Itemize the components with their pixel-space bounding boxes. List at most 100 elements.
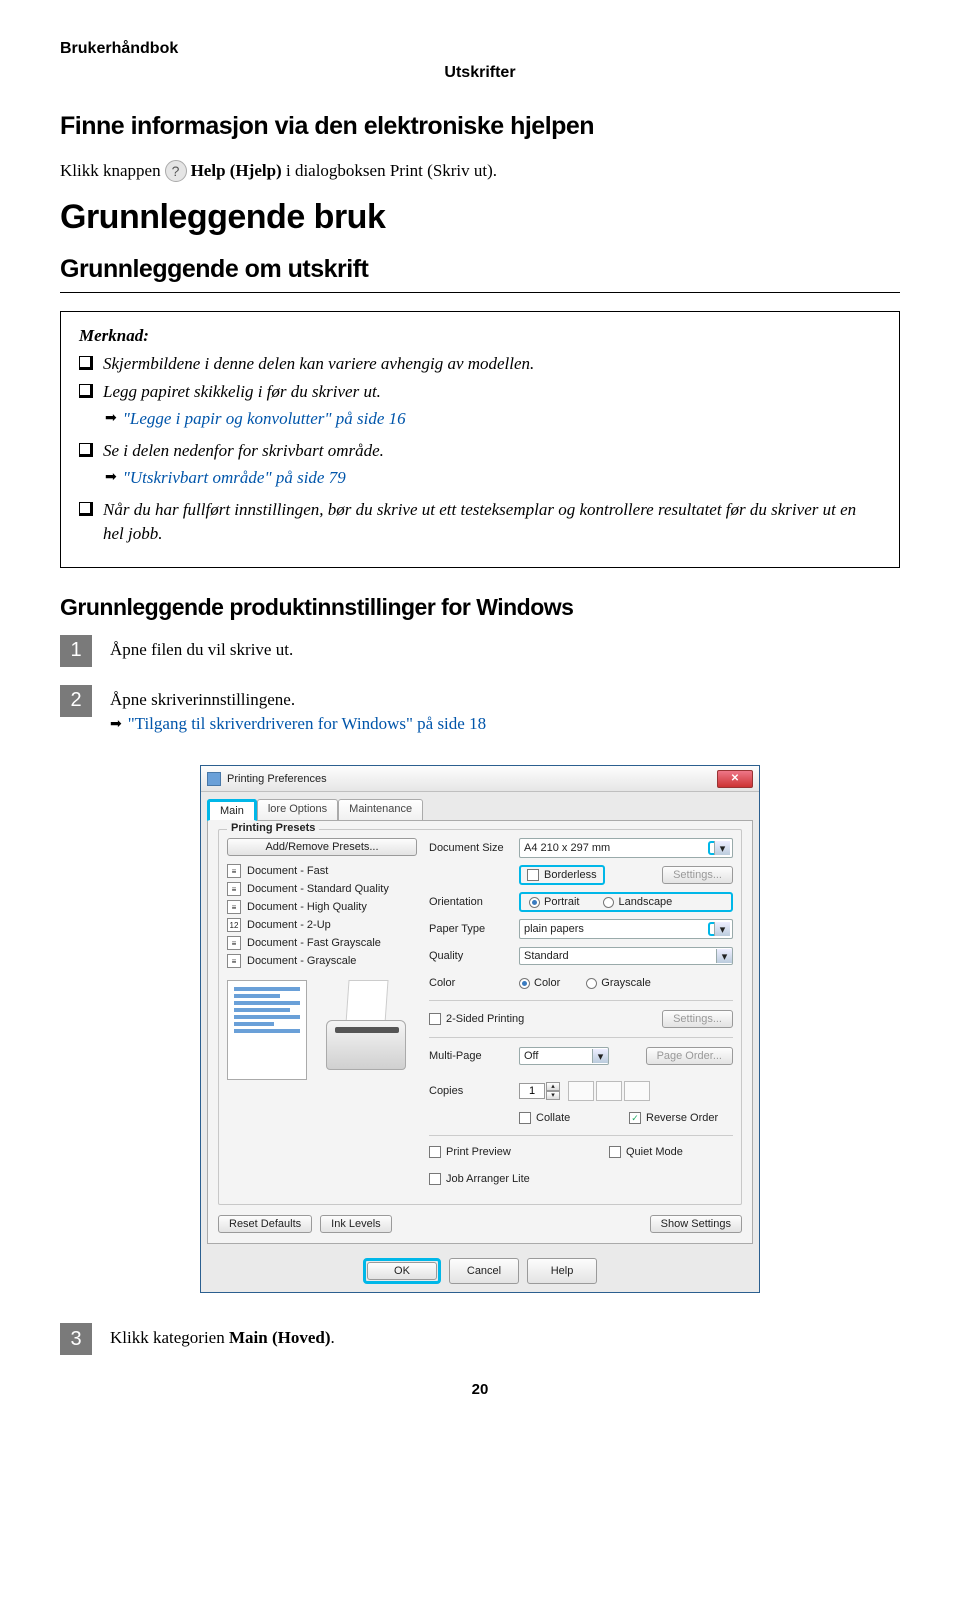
preset-item[interactable]: ≡Document - High Quality	[227, 898, 417, 916]
label-portrait: Portrait	[544, 896, 579, 908]
cross-ref-link[interactable]: ➡ "Legge i papir og konvolutter" på side…	[105, 409, 881, 429]
spin-down-icon[interactable]: ▾	[546, 1091, 560, 1100]
preset-list: ≡Document - Fast ≡Document - Standard Qu…	[227, 862, 417, 970]
step-text: Åpne filen du vil skrive ut.	[110, 635, 900, 667]
note-bullet: Skjermbildene i denne delen kan variere …	[79, 352, 881, 377]
arrow-icon: ➡	[105, 469, 117, 486]
heading-windows-settings: Grunnleggende produktinnstillinger for W…	[60, 594, 900, 621]
label-job-arranger: Job Arranger Lite	[446, 1173, 530, 1185]
step-text: Klikk kategorien Main (Hoved).	[110, 1323, 900, 1355]
step-2: 2 Åpne skriverinnstillingene. ➡ "Tilgang…	[60, 685, 900, 747]
close-button[interactable]: ✕	[717, 770, 753, 788]
checkbox-collate[interactable]	[519, 1112, 531, 1124]
copies-spinner[interactable]: ▴▾	[519, 1082, 560, 1100]
cross-ref-link[interactable]: ➡ "Utskrivbart område" på side 79	[105, 468, 881, 488]
tab-maintenance[interactable]: Maintenance	[338, 799, 423, 821]
checkbox-print-preview[interactable]	[429, 1146, 441, 1158]
titlebar: Printing Preferences ✕	[201, 766, 759, 792]
checkbox-borderless[interactable]	[527, 869, 539, 881]
text: Legg papiret skikkelig i før du skriver …	[103, 380, 881, 405]
combo-document-size[interactable]: A4 210 x 297 mm ▾	[519, 838, 733, 858]
chevron-down-icon: ▾	[716, 949, 732, 963]
note-bullet: Legg papiret skikkelig i før du skriver …	[79, 380, 881, 405]
copies-input[interactable]	[519, 1083, 545, 1099]
doc-icon: ≡	[227, 882, 241, 896]
settings-button[interactable]: Settings...	[662, 866, 733, 884]
text: Når du har fullført innstillingen, bør d…	[103, 498, 881, 547]
preset-item[interactable]: ≡Document - Standard Quality	[227, 880, 417, 898]
combo-paper-type[interactable]: plain papers ▾	[519, 919, 733, 939]
help-button[interactable]: Help	[527, 1258, 597, 1284]
bottom-buttons: Reset Defaults Ink Levels Show Settings	[218, 1215, 742, 1233]
step-number: 1	[60, 635, 92, 667]
ok-button[interactable]: OK	[367, 1262, 437, 1280]
bullet-icon	[79, 384, 93, 398]
preview-row	[227, 980, 417, 1080]
cross-ref-link[interactable]: ➡ "Tilgang til skriverdriveren for Windo…	[110, 712, 900, 737]
group-title: Printing Presets	[227, 822, 319, 834]
radio-portrait[interactable]	[529, 897, 540, 908]
section-label: Utskrifter	[60, 64, 900, 82]
checkbox-reverse-order[interactable]	[629, 1112, 641, 1124]
label-multipage: Multi-Page	[429, 1050, 519, 1062]
bullet-icon	[79, 443, 93, 457]
help-icon: ?	[165, 160, 187, 182]
note-bullet: Når du har fullført innstillingen, bør d…	[79, 498, 881, 547]
combo-multipage[interactable]: Off▾	[519, 1047, 609, 1065]
printer-icon	[207, 772, 221, 786]
document-preview	[227, 980, 307, 1080]
dialog-printing-preferences: Printing Preferences ✕ Main lore Options…	[200, 765, 760, 1293]
label-collate: Collate	[536, 1112, 570, 1124]
settings-2sided-button[interactable]: Settings...	[662, 1010, 733, 1028]
preset-item[interactable]: ≡Document - Grayscale	[227, 952, 417, 970]
page-order-button[interactable]: Page Order...	[646, 1047, 733, 1065]
arrow-icon: ➡	[105, 410, 117, 427]
preset-item[interactable]: 12Document - 2-Up	[227, 916, 417, 934]
add-remove-presets-button[interactable]: Add/Remove Presets...	[227, 838, 417, 856]
tab-main[interactable]: Main	[207, 799, 257, 821]
note-box: Merknad: Skjermbildene i denne delen kan…	[60, 311, 900, 568]
screenshot-print-prefs: Printing Preferences ✕ Main lore Options…	[60, 765, 900, 1293]
dialog-footer: OK Cancel Help	[201, 1250, 759, 1292]
combo-quality[interactable]: Standard▾	[519, 947, 733, 965]
reset-defaults-button[interactable]: Reset Defaults	[218, 1215, 312, 1233]
dialog-body: Printing Presets Add/Remove Presets... ≡…	[207, 820, 753, 1244]
doc-icon: ≡	[227, 864, 241, 878]
checkbox-2sided[interactable]	[429, 1013, 441, 1025]
book-title: Brukerhåndbok	[60, 40, 900, 58]
step-3: 3 Klikk kategorien Main (Hoved).	[60, 1323, 900, 1355]
checkbox-job-arranger[interactable]	[429, 1173, 441, 1185]
step-number: 3	[60, 1323, 92, 1355]
page-number: 20	[60, 1381, 900, 1398]
label-quiet-mode: Quiet Mode	[626, 1146, 683, 1158]
cancel-button[interactable]: Cancel	[449, 1258, 519, 1284]
radio-grayscale[interactable]	[586, 978, 597, 989]
radio-color[interactable]	[519, 978, 530, 989]
tabs-row: Main lore Options Maintenance	[201, 792, 759, 820]
tab-more-options[interactable]: lore Options	[257, 799, 338, 821]
doc-icon: ≡	[227, 900, 241, 914]
preset-item[interactable]: ≡Document - Fast Grayscale	[227, 934, 417, 952]
step-text: Åpne skriverinnstillingene.	[110, 688, 900, 713]
radio-landscape[interactable]	[603, 897, 614, 908]
step-body: Åpne skriverinnstillingene. ➡ "Tilgang t…	[110, 685, 900, 747]
spin-up-icon[interactable]: ▴	[546, 1082, 560, 1091]
printer-preview	[321, 980, 411, 1070]
doc-icon: 12	[227, 918, 241, 932]
text: Skjermbildene i denne delen kan variere …	[103, 352, 881, 377]
link-text: "Tilgang til skriverdriveren for Windows…	[128, 712, 486, 737]
collate-preview-icons	[568, 1081, 650, 1101]
arrow-icon: ➡	[110, 715, 122, 735]
label-grayscale-option: Grayscale	[601, 977, 651, 989]
checkbox-quiet-mode[interactable]	[609, 1146, 621, 1158]
chevron-down-icon: ▾	[714, 922, 730, 936]
doc-icon: ≡	[227, 954, 241, 968]
preset-item[interactable]: ≡Document - Fast	[227, 862, 417, 880]
intro-paragraph: Klikk knappen ? Help (Hjelp) i dialogbok…	[60, 159, 900, 184]
presets-column: Add/Remove Presets... ≡Document - Fast ≡…	[227, 838, 417, 1196]
label-orientation: Orientation	[429, 896, 519, 908]
label-document-size: Document Size	[429, 842, 519, 854]
step-1: 1 Åpne filen du vil skrive ut.	[60, 635, 900, 667]
show-settings-button[interactable]: Show Settings	[650, 1215, 742, 1233]
ink-levels-button[interactable]: Ink Levels	[320, 1215, 392, 1233]
